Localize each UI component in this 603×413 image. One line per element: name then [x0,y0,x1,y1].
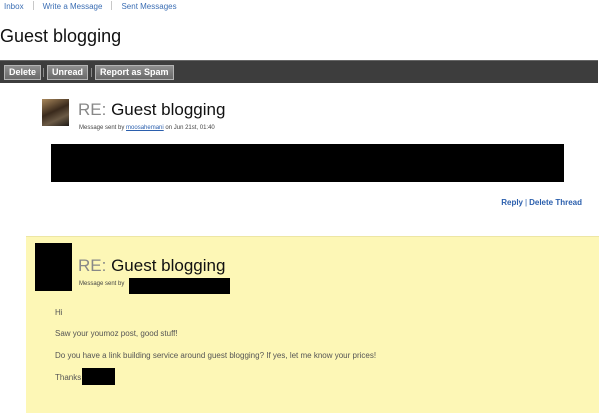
message-toolbar: Delete Unread Report as Spam [0,60,598,83]
message-meta: Message sent by moosahemani on Jun 21st,… [79,124,215,132]
message-meta: Message sent by [79,280,124,288]
meta-prefix: Message sent by [79,125,125,131]
thread-actions: Reply | Delete Thread [501,198,582,208]
subject-text: Guest blogging [111,256,226,275]
nav-divider [111,1,113,10]
nav-write-message[interactable]: Write a Message [43,2,103,11]
redacted-avatar [35,243,72,291]
message-subject: RE: Guest blogging [78,256,225,276]
sender-avatar[interactable] [42,99,69,126]
re-prefix: RE: [78,256,107,275]
toolbar-divider [43,68,44,77]
report-spam-button[interactable]: Report as Spam [95,65,174,80]
message-line-signoff: Thanks [55,373,82,382]
redacted-sender [129,278,230,294]
message-line: Saw your youmoz post, good stuff! [55,329,178,338]
reply-link[interactable]: Reply [501,198,523,207]
message-line-greeting: Hi [55,308,63,317]
redacted-message-body [51,144,564,182]
meta-timestamp: on Jun 21st, 01:40 [165,125,215,131]
re-prefix: RE: [78,100,107,119]
message-line: Do you have a link building service arou… [55,351,377,360]
nav-inbox[interactable]: Inbox [4,2,24,11]
toolbar-divider [91,68,92,77]
subject-text: Guest blogging [111,100,226,119]
message-subject: RE: Guest blogging [78,100,225,120]
delete-thread-link[interactable]: Delete Thread [529,198,582,207]
mark-unread-button[interactable]: Unread [47,65,89,80]
delete-button[interactable]: Delete [4,65,42,80]
redacted-signature [82,368,115,385]
meta-prefix: Message sent by [79,281,125,287]
sender-link[interactable]: moosahemani [126,125,164,131]
page-title: Guest blogging [0,26,122,46]
nav-divider [32,1,34,10]
nav-sent-messages[interactable]: Sent Messages [121,2,176,11]
action-separator: | [525,198,528,207]
top-nav: Inbox Write a Message Sent Messages [4,1,177,12]
